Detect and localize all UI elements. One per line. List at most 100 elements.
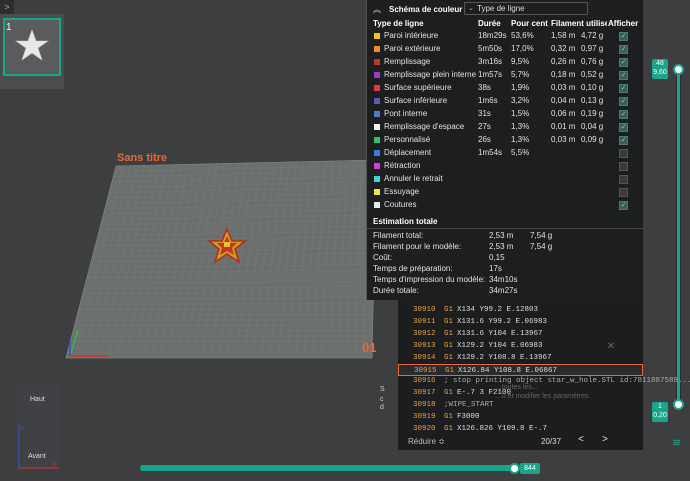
move-slider-track[interactable] bbox=[140, 465, 520, 471]
layer-bottom-handle[interactable] bbox=[673, 399, 684, 410]
legend-row-percent: 9,5% bbox=[511, 57, 530, 66]
legend-row-percent: 1,3% bbox=[511, 135, 530, 144]
show-checkbox[interactable]: ✓ bbox=[619, 123, 628, 132]
gcode-line-number: 30919 bbox=[413, 413, 436, 422]
layers-icon[interactable]: ≋ bbox=[672, 436, 684, 449]
legend-row-weight: 0,04 g bbox=[581, 122, 604, 131]
legend-row-time: 3m16s bbox=[478, 57, 503, 66]
legend-row[interactable]: Coutures ✓ bbox=[367, 199, 644, 212]
legend-row-length: 0,04 m bbox=[551, 96, 576, 105]
color-swatch bbox=[374, 59, 380, 65]
estimate-value: 17s bbox=[489, 264, 502, 273]
legend-row-label: Paroi intérieure bbox=[384, 31, 439, 40]
estimate-value: 34m10s bbox=[489, 275, 518, 284]
estimate-label: Temps d'impression du modèle: bbox=[373, 275, 486, 284]
expand-sidebar-toggle[interactable]: > bbox=[0, 0, 14, 14]
gcode-args: X134 Y99.2 E.12803 bbox=[457, 306, 539, 314]
show-checkbox[interactable]: ✓ bbox=[619, 188, 628, 197]
gcode-line[interactable]: 30918 ;WIPE_START bbox=[398, 399, 643, 411]
close-icon[interactable]: ✕ bbox=[605, 342, 617, 354]
legend-row[interactable]: Rétraction ✓ bbox=[367, 160, 644, 173]
gcode-command: G1 bbox=[444, 389, 454, 398]
show-checkbox[interactable]: ✓ bbox=[619, 58, 628, 67]
gcode-line[interactable]: 30912 G1 X131.6 Y104 E.13967 bbox=[398, 328, 643, 340]
plate-title[interactable]: Sans titre bbox=[117, 152, 167, 164]
gcode-line[interactable]: 30915 G1 X126.84 Y108.8 E.06867 bbox=[398, 363, 643, 376]
gcode-args: X131.6 Y104 E.13967 bbox=[457, 329, 543, 338]
color-swatch bbox=[374, 176, 380, 182]
legend-row[interactable]: Personnalisé 26s 1,3% 0,03 m 0,09 g ✓ bbox=[367, 134, 644, 147]
legend-row-label: Personnalisé bbox=[384, 135, 431, 144]
legend-row-weight: 0,76 g bbox=[581, 57, 604, 66]
show-checkbox[interactable]: ✓ bbox=[619, 32, 628, 41]
legend-row-length: 0,18 m bbox=[551, 70, 576, 79]
gcode-args: X129.2 Y108.8 E.13967 bbox=[457, 353, 552, 362]
show-checkbox[interactable]: ✓ bbox=[619, 175, 628, 184]
gcode-command: G1 bbox=[444, 413, 454, 422]
previous-page-button[interactable]: < bbox=[578, 435, 584, 446]
gcode-command: G1 bbox=[444, 317, 454, 326]
legend-row[interactable]: Surface supérieure 38s 1,9% 0,03 m 0,10 g ✓ bbox=[367, 82, 644, 95]
layer-slider-fill bbox=[677, 72, 680, 402]
gcode-command: G1 bbox=[444, 353, 454, 362]
estimate-label: Temps de préparation: bbox=[373, 264, 453, 273]
gcode-line[interactable]: 30910 G1 X134 Y99.2 E.12803 bbox=[398, 304, 643, 316]
notification-text-1: S bbox=[380, 386, 385, 393]
estimate-divider bbox=[367, 228, 644, 229]
show-checkbox[interactable]: ✓ bbox=[619, 84, 628, 93]
gcode-line[interactable]: 30911 G1 X131.6 Y99.2 E.06983 bbox=[398, 316, 643, 328]
show-checkbox[interactable]: ✓ bbox=[619, 71, 628, 80]
color-swatch bbox=[374, 137, 380, 143]
show-checkbox[interactable]: ✓ bbox=[619, 162, 628, 171]
legend-row[interactable]: Paroi extérieure 5m50s 17,0% 0,32 m 0,97 g ✓ bbox=[367, 43, 644, 56]
show-checkbox[interactable]: ✓ bbox=[619, 97, 628, 106]
legend-row-percent: 17,0% bbox=[511, 44, 534, 53]
gcode-comment: ; stop printing object star_w_hole.STL i… bbox=[444, 377, 690, 386]
legend-row-label: Déplacement bbox=[384, 148, 432, 157]
legend-row-label: Pont interne bbox=[384, 109, 428, 118]
show-checkbox[interactable]: ✓ bbox=[619, 110, 628, 119]
legend-row[interactable]: Pont interne 31s 1,5% 0,06 m 0,19 g ✓ bbox=[367, 108, 644, 121]
show-checkbox[interactable]: ✓ bbox=[619, 136, 628, 145]
gcode-line-number: 30910 bbox=[413, 306, 436, 314]
gcode-command: G1 bbox=[444, 329, 454, 338]
gizmo-top-label[interactable]: Haut bbox=[30, 396, 45, 403]
layer-bottom-label: 1 0,20 bbox=[652, 402, 668, 422]
legend-row-label: Surface inférieure bbox=[384, 96, 448, 105]
gcode-line[interactable]: 30920 G1 X126.826 Y109.8 E-.7 bbox=[398, 423, 643, 435]
show-checkbox[interactable]: ✓ bbox=[619, 201, 628, 210]
reduce-button[interactable]: Réduire ≎ bbox=[408, 437, 445, 446]
legend-row-label: Coutures bbox=[384, 200, 417, 209]
legend-row-time: 1m57s bbox=[478, 70, 503, 79]
legend-row[interactable]: Essuyage ✓ bbox=[367, 186, 644, 199]
col-duration: Durée bbox=[478, 19, 501, 28]
legend-row-percent: 1,9% bbox=[511, 83, 530, 92]
legend-row-percent: 1,5% bbox=[511, 109, 530, 118]
estimate-label: Filament total: bbox=[373, 231, 424, 240]
next-page-button[interactable]: > bbox=[602, 435, 608, 446]
legend-row[interactable]: Remplissage plein interne 1m57s 5,7% 0,18 m… bbox=[367, 69, 644, 82]
layer-top-handle[interactable] bbox=[673, 64, 684, 75]
view-type-select[interactable]: ⌄ Type de ligne bbox=[464, 2, 588, 15]
notification-text-3: d bbox=[380, 404, 384, 411]
legend-row[interactable]: Remplissage d'espace 27s 1,3% 0,01 m 0,04 g ✓ bbox=[367, 121, 644, 134]
gcode-args: F3000 bbox=[457, 413, 480, 422]
layer-bottom-number: 1 bbox=[658, 403, 662, 410]
legend-row[interactable]: Annuler le retrait ✓ bbox=[367, 173, 644, 186]
gcode-line[interactable]: 30919 G1 F3000 bbox=[398, 411, 643, 423]
estimate-value: 2,53 m bbox=[489, 242, 514, 251]
legend-row[interactable]: Déplacement 1m54s 5,5% ✓ bbox=[367, 147, 644, 160]
chevron-up-icon[interactable]: ︽ bbox=[373, 4, 383, 15]
legend-row[interactable]: Paroi intérieure 18m29s 53,6% 1,58 m 4,72 g ✓ bbox=[367, 30, 644, 43]
gizmo-front-label[interactable]: Avant bbox=[28, 453, 46, 460]
show-checkbox[interactable]: ✓ bbox=[619, 149, 628, 158]
color-swatch bbox=[374, 33, 380, 39]
legend-row[interactable]: Remplissage 3m16s 9,5% 0,26 m 0,76 g ✓ bbox=[367, 56, 644, 69]
move-slider-handle[interactable] bbox=[509, 463, 520, 474]
gcode-line-number: 30917 bbox=[413, 389, 436, 398]
legend-row[interactable]: Surface inférieure 1m6s 3,2% 0,04 m 0,13 g ✓ bbox=[367, 95, 644, 108]
layer-top-label: 48 9,60 bbox=[652, 59, 668, 79]
show-checkbox[interactable]: ✓ bbox=[619, 45, 628, 54]
legend-row-time: 27s bbox=[478, 122, 491, 131]
color-swatch bbox=[374, 163, 380, 169]
